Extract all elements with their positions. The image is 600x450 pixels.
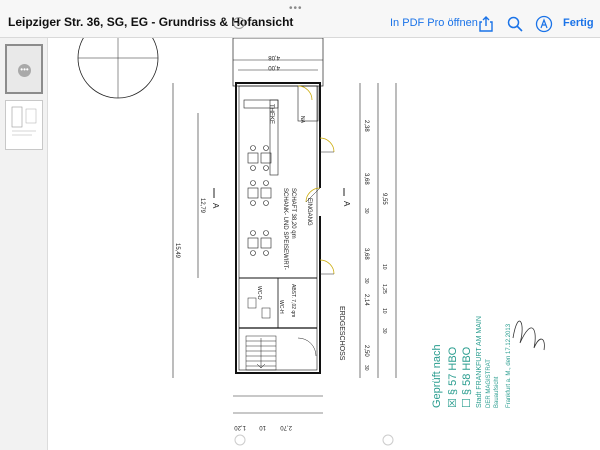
dim-right-3: 9,55: [381, 193, 387, 205]
floor-label: ERDGESCHOSS: [338, 306, 345, 361]
wc-d-label: WC-D: [256, 286, 262, 300]
more-options-icon[interactable]: •••: [18, 64, 31, 77]
dim-small-1: 30: [363, 208, 369, 214]
dim-right-2: 3,68: [363, 173, 369, 185]
page-thumbnail-1[interactable]: •••: [5, 44, 43, 94]
stamp-line-2: ☒ § 57 HBO: [447, 346, 459, 408]
counter-label: THEKE: [268, 104, 274, 124]
stamp-line-3: ☐ § 58 HBO: [461, 346, 473, 408]
page-thumbnail-2[interactable]: [5, 100, 43, 150]
share-icon[interactable]: [477, 15, 495, 33]
staircase: [245, 335, 277, 371]
dim-small-6: 10: [381, 308, 387, 314]
dim-small-4: 10: [381, 264, 387, 270]
na-label: NA: [299, 116, 305, 124]
entrance-label: EINGANG: [306, 198, 312, 226]
dim-top-1: 4,08: [268, 54, 280, 60]
dim-small-7: 30: [381, 328, 387, 334]
search-icon[interactable]: [506, 15, 524, 33]
chevron-down-icon[interactable]: ⌄: [233, 17, 245, 29]
dim-left-total: 15,49: [174, 243, 180, 259]
approval-stamp: Geprüft nach ☒ § 57 HBO ☐ § 58 HBO Stadt…: [420, 290, 532, 408]
storage-label: ABST. 7,02 qm: [290, 284, 296, 317]
dim-top-2: 4,00: [268, 64, 280, 70]
stamp-line-1: Geprüft nach: [431, 344, 443, 408]
dim-small-3: 30: [363, 365, 369, 371]
stamp-line-5: DER MAGISTRAT: [486, 359, 492, 408]
dim-bottom-1: 1,20: [234, 424, 246, 430]
dim-left-room: 12,79: [199, 198, 205, 214]
dim-bottom-2: 10: [259, 424, 266, 430]
window-grabber[interactable]: •••: [289, 3, 303, 14]
stamp-line-4: Stadt FRANKFURT AM MAIN: [476, 316, 483, 408]
stamp-line-6: Bauaufsicht: [494, 376, 500, 408]
dim-right-4: 3,68: [363, 248, 369, 260]
open-in-pdf-pro-button[interactable]: In PDF Pro öffnen: [390, 17, 478, 29]
room-name-line1: SCHANK- UND SPEISEWIRT-: [282, 188, 288, 270]
wc-h-label: WC-H: [278, 300, 284, 314]
furniture-tables: [247, 145, 272, 256]
section-mark-left: A: [211, 203, 220, 209]
dim-bottom-3: 2,70: [280, 424, 292, 430]
top-toolbar: ••• Leipziger Str. 36, SG, EG - Grundris…: [0, 0, 600, 38]
dim-right-5: 2,14: [363, 294, 369, 306]
markup-icon[interactable]: [535, 15, 553, 33]
dim-right-1: 2,38: [363, 120, 369, 132]
done-button[interactable]: Fertig: [563, 17, 594, 29]
stamp-date: Frankfurt a. M., den 17.12.2013: [506, 323, 512, 408]
document-title: Leipziger Str. 36, SG, EG - Grundriss & …: [8, 15, 294, 29]
pdf-page: 4,08 4,00 THEKE NA SCHANK- UND SPEISEWIR…: [48, 38, 600, 450]
dim-small-5: 1,25: [381, 284, 387, 294]
section-mark-right: A: [342, 201, 351, 207]
page-thumbnail-sidebar: •••: [0, 38, 48, 450]
room-name-line2: SCHAFT 38,20 qm: [290, 188, 296, 239]
dim-right-6: 2,50: [363, 345, 369, 357]
dim-small-2: 30: [363, 278, 369, 284]
